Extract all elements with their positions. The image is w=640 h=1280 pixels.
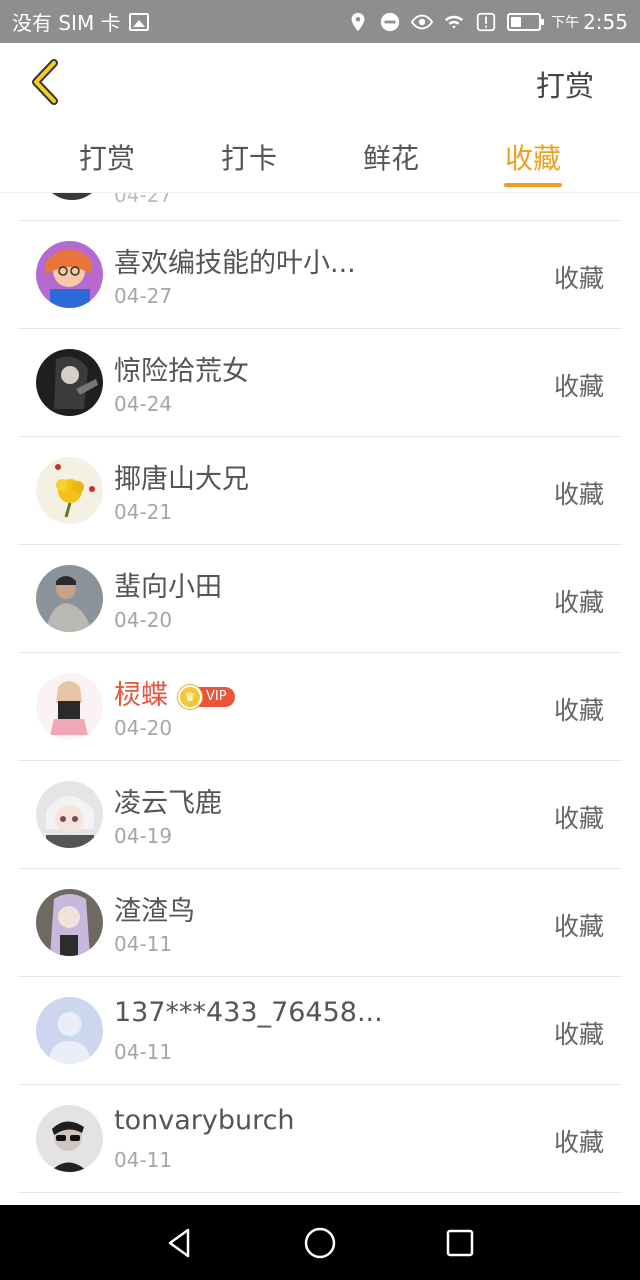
battery-icon (507, 12, 545, 31)
vip-badge: ♛ VIP (178, 684, 235, 709)
list-item[interactable]: 棂蝶 ♛ VIP 04-20 收藏 (18, 653, 622, 761)
tab-label: 收藏 (504, 142, 561, 175)
item-date: 04-11 (114, 932, 173, 956)
item-name: 渣渣鸟 (114, 896, 195, 927)
list-item[interactable]: 喜欢编技能的叶小... 04-27 收藏 (18, 221, 622, 329)
item-name: 喜欢编技能的叶小... (114, 248, 356, 279)
item-date: 04-20 (114, 608, 173, 632)
wifi-icon (444, 15, 464, 28)
circle-home-icon (304, 1227, 336, 1258)
status-bar: 没有 SIM 卡 下午 2:55 (0, 0, 640, 43)
item-date: 04-21 (114, 500, 173, 524)
tab-reward[interactable]: 打赏 (78, 137, 136, 193)
item-date: 04-11 (114, 1148, 173, 1172)
crown-icon: ♛ (178, 684, 202, 709)
item-action-label: 收藏 (553, 1128, 604, 1157)
tab-checkin[interactable]: 打卡 (220, 137, 278, 193)
tab-label: 打赏 (78, 142, 135, 175)
avatar (40, 193, 104, 200)
do-not-disturb-icon (380, 12, 400, 31)
avatar[interactable] (36, 1105, 103, 1172)
item-action-label: 收藏 (553, 912, 604, 941)
item-name: 137***433_76458... (114, 997, 383, 1028)
item-action-label: 收藏 (553, 588, 604, 617)
list-item[interactable]: 137***433_76458... 04-11 收藏 (18, 977, 622, 1085)
header-title[interactable]: 打赏 (536, 63, 594, 105)
avatar[interactable] (36, 457, 103, 524)
list-item[interactable]: 渣渣鸟 04-11 收藏 (18, 869, 622, 977)
favorites-list[interactable]: 04-27 喜欢编技能的叶小... 04-27 收藏 惊险拾荒女 04-24 收… (0, 193, 640, 1205)
tab-label: 鲜花 (362, 142, 419, 175)
item-name: 棂蝶 ♛ VIP (114, 673, 235, 712)
item-date: 04-19 (114, 824, 173, 848)
avatar[interactable] (36, 997, 103, 1064)
item-date: 04-20 (114, 716, 173, 740)
item-action-label: 收藏 (553, 372, 604, 401)
time-prefix: 下午 (551, 14, 580, 31)
chevron-left-icon (32, 59, 58, 105)
eye-comfort-icon (411, 14, 434, 29)
list-item[interactable]: 04-27 (18, 193, 622, 221)
item-date: 04-27 (114, 284, 173, 308)
item-date: 04-24 (114, 392, 173, 416)
list-item[interactable]: tonvaryburch 04-11 收藏 (18, 1085, 622, 1193)
item-action-label: 收藏 (553, 804, 604, 833)
avatar[interactable] (36, 781, 103, 848)
nav-recents-button[interactable] (440, 1223, 480, 1263)
tab-favorites[interactable]: 收藏 (504, 137, 562, 193)
list-item[interactable]: 凌云飞鹿 04-19 收藏 (18, 761, 622, 869)
system-nav-bar (0, 1205, 640, 1280)
default-avatar-icon (36, 997, 103, 1064)
item-name: tonvaryburch (114, 1105, 295, 1136)
app-header: 打赏 (0, 43, 640, 123)
list-item[interactable]: 惊险拾荒女 04-24 收藏 (18, 329, 622, 437)
image-icon (128, 12, 149, 31)
square-recents-icon (446, 1229, 474, 1256)
location-icon (351, 12, 365, 31)
item-action-label: 收藏 (553, 1020, 604, 1049)
nav-back-button[interactable] (160, 1223, 200, 1263)
list-item[interactable]: 揶唐山大兄 04-21 收藏 (18, 437, 622, 545)
avatar[interactable] (36, 565, 103, 632)
avatar[interactable] (36, 241, 103, 308)
item-name: 惊险拾荒女 (114, 356, 249, 387)
carrier-text: 没有 SIM 卡 (12, 11, 121, 35)
item-name-text: 棂蝶 (114, 680, 168, 711)
item-action-label: 收藏 (553, 480, 604, 509)
item-name: 蜚向小田 (114, 572, 222, 603)
item-name: 揶唐山大兄 (114, 464, 249, 495)
back-button[interactable] (20, 57, 70, 107)
active-tab-indicator (504, 183, 562, 187)
item-action-label: 收藏 (553, 264, 604, 293)
tab-flowers[interactable]: 鲜花 (362, 137, 420, 193)
item-name: 凌云飞鹿 (114, 788, 222, 819)
avatar[interactable] (36, 673, 103, 740)
list-item[interactable]: 蜚向小田 04-20 收藏 (18, 545, 622, 653)
item-date: 04-11 (114, 1040, 173, 1064)
alert-icon (476, 12, 496, 31)
tab-label: 打卡 (220, 142, 277, 175)
triangle-back-icon (168, 1228, 190, 1257)
tab-bar: 打赏 打卡 鲜花 收藏 (0, 123, 640, 193)
item-date: 04-27 (114, 193, 173, 207)
avatar[interactable] (36, 889, 103, 956)
avatar[interactable] (36, 349, 103, 416)
clock: 2:55 (583, 9, 628, 34)
nav-home-button[interactable] (300, 1223, 340, 1263)
item-action-label: 收藏 (553, 696, 604, 725)
